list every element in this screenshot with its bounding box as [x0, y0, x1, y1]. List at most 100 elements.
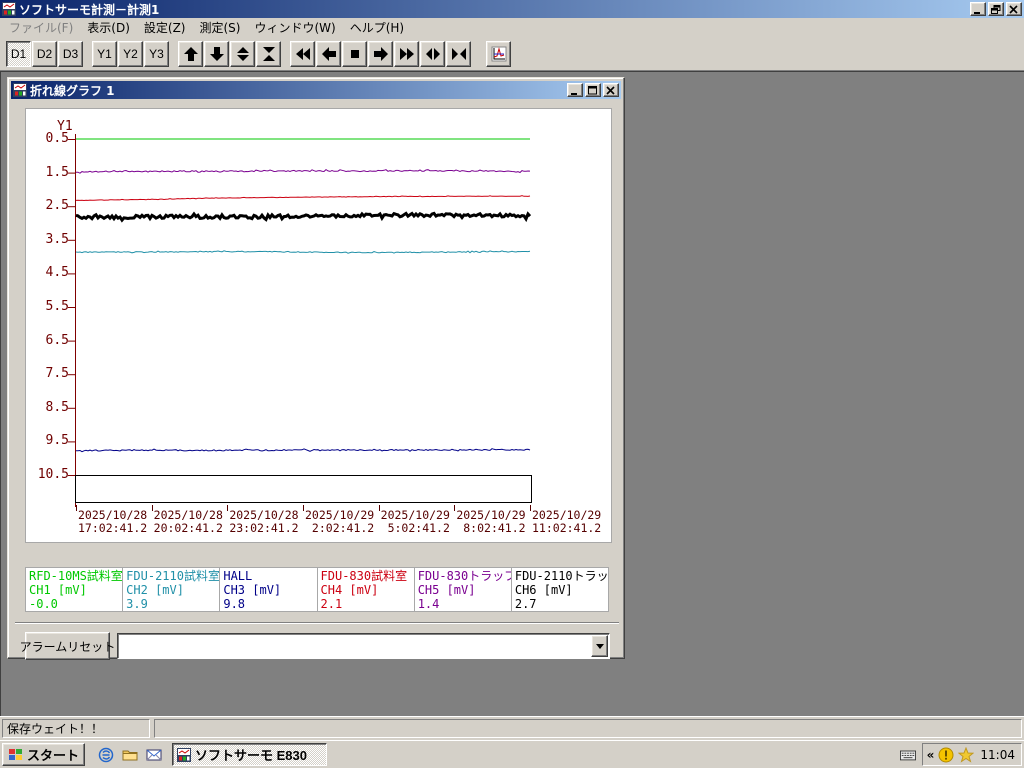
legend-channel-label: CH6 [mV]: [514, 583, 573, 597]
graph-window-icon: [13, 83, 27, 97]
fast-forward-icon: [399, 47, 414, 60]
taskbar-clock[interactable]: 11:04: [980, 748, 1015, 762]
alarm-combobox-value: [118, 634, 590, 658]
menu-item-0[interactable]: ファイル(F): [2, 17, 80, 38]
restore-button[interactable]: [988, 2, 1004, 16]
menu-item-3[interactable]: 測定(S): [192, 17, 247, 38]
toolbar-button-expand-horizontal[interactable]: [420, 40, 445, 67]
legend-channel-value: -0.0: [29, 597, 58, 611]
legend-cell-ch4: FDU-830試料室 CH4 [mV] 2.1: [318, 568, 415, 611]
chart-icon: [491, 46, 506, 61]
x-tick-label: 2025/10/29 8:02:41.2: [456, 508, 526, 535]
toolbar-button-compress-vertical[interactable]: [256, 40, 281, 67]
stop-icon: [350, 49, 359, 58]
rewind-icon: [295, 47, 310, 60]
menu-item-4[interactable]: ウィンドウ(W): [247, 17, 342, 38]
menu-item-1[interactable]: 表示(D): [80, 17, 137, 38]
toolbar-button-step-right[interactable]: [368, 40, 393, 67]
toolbar-button-d1[interactable]: D1: [6, 40, 31, 67]
series-line-ch6: [75, 211, 532, 223]
series-line-ch2: [75, 250, 531, 254]
toolbar-button-step-left[interactable]: [316, 40, 341, 67]
alarm-band-box: [75, 475, 532, 503]
y-tick-label: 7.5: [45, 366, 69, 382]
graph-close-button[interactable]: [603, 83, 619, 97]
y-tick-label: 9.5: [45, 433, 69, 449]
scroll-up-icon: [183, 46, 198, 61]
legend-channel-value: 2.1: [320, 597, 343, 611]
toolbar-button-y1[interactable]: Y1: [92, 40, 117, 67]
task-button-label: ソフトサーモ E830: [195, 748, 307, 763]
toolbar-button-y2[interactable]: Y2: [118, 40, 143, 67]
windows-logo-icon: [8, 747, 24, 763]
chevron-down-icon[interactable]: [591, 635, 608, 657]
system-tray: « 11:04: [921, 743, 1022, 766]
toolbar-button-scroll-down[interactable]: [204, 40, 229, 67]
x-tick-label: 2025/10/29 5:02:41.2: [380, 508, 450, 535]
start-button[interactable]: スタート: [2, 743, 86, 766]
series-line-ch5: [76, 168, 531, 174]
legend-device-name: FDU-830試料室: [320, 569, 408, 583]
minimize-button[interactable]: [970, 2, 986, 16]
folder-icon: [122, 750, 138, 760]
keyboard-icon[interactable]: [899, 747, 918, 763]
alarm-reset-button[interactable]: アラームリセット: [20, 632, 115, 660]
legend-cell-ch3: HALL CH3 [mV] 9.8: [220, 568, 318, 611]
graph-maximize-button[interactable]: [585, 83, 601, 97]
main-window-title: ソフトサーモ計測－計測1: [19, 2, 160, 17]
legend-channel-value: 2.7: [514, 597, 537, 611]
mdi-client-area: 折れ線グラフ 1 Y1 0.5 1.5 2.5 3.5 4.5 5.5 6.5 7.5 8.5 9.…: [0, 71, 1024, 716]
toolbar-button-rewind[interactable]: [290, 40, 315, 67]
toolbar-button-fast-forward[interactable]: [394, 40, 419, 67]
alarm-combobox[interactable]: [117, 633, 610, 659]
start-button-label: スタート: [27, 748, 80, 763]
mail-icon[interactable]: [145, 746, 162, 763]
y-tick-label: 0.5: [45, 131, 69, 146]
legend-device-name: FDU-2110試料室: [126, 569, 220, 583]
y-tick-label: 6.5: [45, 332, 69, 348]
legend-device-name: HALL: [223, 569, 253, 583]
taskbar: スタート ソフトサーモ E830 « 11:04: [0, 740, 1024, 768]
graph-window-body: Y1 0.5 1.5 2.5 3.5 4.5 5.5 6.5 7.5 8.5 9.5 10.5 2025…: [11, 99, 621, 660]
toolbar-button-expand-vertical[interactable]: [230, 40, 255, 67]
channel-legend: RFD-10MS試料室 CH1 [mV] -0.0 FDU-2110試料室 CH2 [m…: [25, 567, 609, 612]
legend-cell-ch1: RFD-10MS試料室 CH1 [mV] -0.0: [26, 568, 124, 611]
toolbar-button-stop[interactable]: [342, 40, 367, 67]
status-message-panel: 保存ウェイト！！: [2, 719, 150, 738]
legend-cell-ch6: FDU-2110トラップCH6 [mV]2.7: [512, 568, 608, 611]
menu-item-5[interactable]: ヘルプ(H): [343, 17, 411, 38]
status-bar: 保存ウェイト！！: [0, 716, 1024, 740]
series-line-ch4: [75, 195, 531, 202]
legend-cell-ch5: FDU-830トラップ CH5 [mV] 1.4: [415, 568, 512, 611]
legend-channel-label: CH2 [mV]: [126, 583, 184, 597]
step-right-icon: [373, 46, 388, 61]
toolbar-button-chart[interactable]: [486, 40, 511, 67]
y-tick-label: 1.5: [45, 164, 69, 180]
folder-icon[interactable]: [121, 746, 138, 763]
legend-channel-label: CH4 [mV]: [320, 583, 379, 597]
toolbar-button-d2[interactable]: D2: [32, 40, 57, 67]
y-tick-label: 5.5: [45, 299, 69, 314]
toolbar-button-scroll-up[interactable]: [178, 40, 203, 67]
menu-item-2[interactable]: 設定(Z): [137, 17, 193, 38]
ie-icon: [98, 747, 113, 762]
legend-device-name: FDU-830トラップ: [417, 569, 512, 583]
x-tick-label: 2025/10/28 17:02:41.2: [78, 508, 148, 535]
x-tick-label: 2025/10/28 23:02:41.2: [229, 508, 299, 535]
close-button[interactable]: [1006, 2, 1022, 16]
toolbar-button-y3[interactable]: Y3: [144, 40, 169, 67]
legend-channel-value: 3.9: [126, 597, 148, 611]
tray-chevron[interactable]: «: [927, 748, 935, 762]
task-button-softthermo[interactable]: ソフトサーモ E830: [172, 743, 328, 766]
y-tick-label: 3.5: [45, 231, 69, 247]
star-icon[interactable]: [958, 746, 975, 763]
ie-icon[interactable]: [97, 746, 114, 763]
toolbar-button-d3[interactable]: D3: [58, 40, 83, 67]
scroll-down-icon: [209, 46, 224, 61]
shield-alert-icon[interactable]: [938, 747, 954, 763]
toolbar-button-compress-horizontal[interactable]: [446, 40, 471, 67]
legend-device-name: RFD-10MS試料室: [29, 569, 123, 583]
chart-canvas: [68, 134, 532, 511]
graph-minimize-button[interactable]: [567, 83, 583, 97]
expand-vertical-icon: [236, 46, 249, 61]
